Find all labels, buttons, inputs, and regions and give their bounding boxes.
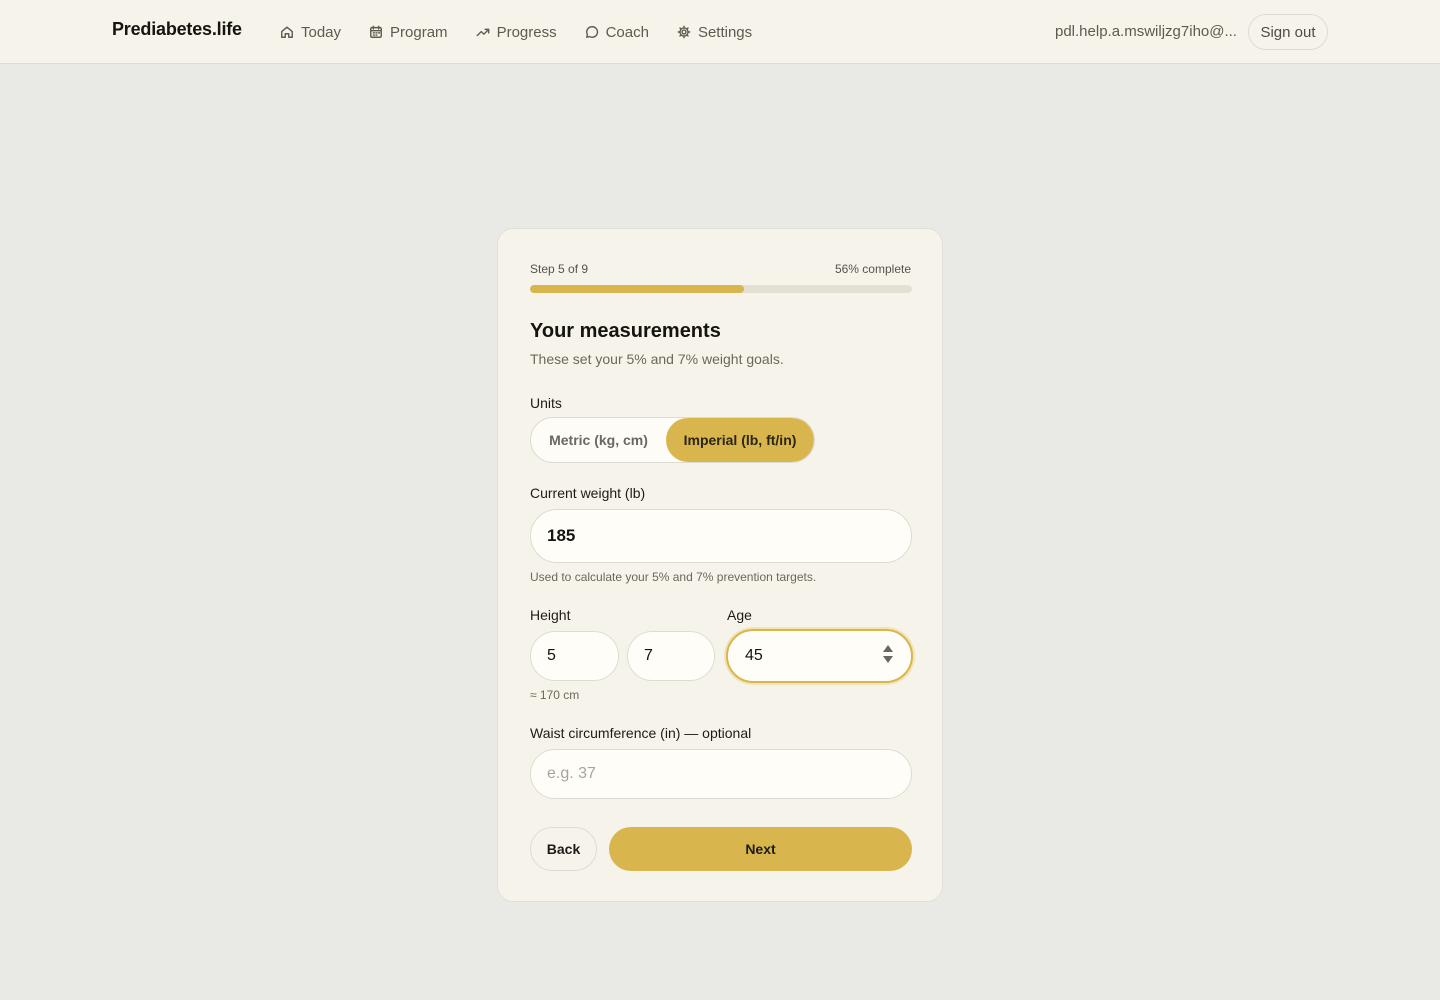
age-input[interactable]: 45	[726, 629, 913, 683]
spinner-down-icon[interactable]	[883, 656, 893, 663]
age-value: 45	[745, 647, 763, 664]
step-indicator: Step 5 of 9	[530, 262, 589, 276]
percent-complete: 56% complete	[834, 262, 911, 276]
sign-out-button[interactable]: Sign out	[1248, 14, 1328, 50]
gear-icon	[677, 25, 691, 39]
nav-item-label: Program	[390, 23, 448, 41]
unit-option-imperial[interactable]: Imperial (lb, ft/in)	[666, 418, 814, 462]
page-title: Your measurements	[530, 320, 721, 342]
waist-input[interactable]: e.g. 37	[530, 749, 912, 799]
home-icon	[281, 26, 293, 38]
weight-input[interactable]: 185	[530, 509, 912, 563]
top-navigation-bar: Prediabetes.life Today Program Progress …	[0, 0, 1440, 64]
height-label: Height	[530, 607, 571, 623]
height-cm-hint: ≈ 170 cm	[530, 688, 580, 702]
waist-label: Waist circumference (in) — optional	[530, 725, 752, 741]
progress-bar-fill	[530, 285, 744, 293]
main-nav: Today Program Progress Coach Settings	[280, 0, 780, 64]
age-label: Age	[727, 607, 752, 623]
nav-item-label: Today	[301, 23, 342, 41]
nav-item-label: Settings	[697, 23, 753, 41]
nav-item-settings[interactable]: Settings	[677, 24, 752, 41]
user-email: pdl.help.a.mswiljzg7iho@...	[1055, 23, 1237, 40]
units-toggle: Metric (kg, cm) Imperial (lb, ft/in)	[530, 417, 815, 463]
calendar-icon	[370, 25, 382, 38]
height-inches-input[interactable]: 7	[627, 631, 715, 681]
nav-item-progress[interactable]: Progress	[476, 24, 557, 41]
nav-item-today[interactable]: Today	[280, 24, 341, 41]
back-button[interactable]: Back	[530, 827, 597, 871]
progress-bar	[530, 285, 912, 293]
nav-item-program[interactable]: Program	[369, 24, 448, 41]
brand-logo[interactable]: Prediabetes.life	[112, 19, 242, 40]
spinner-up-icon[interactable]	[883, 645, 893, 652]
trending-up-icon	[476, 28, 489, 37]
unit-option-metric[interactable]: Metric (kg, cm)	[531, 418, 666, 462]
next-button[interactable]: Next	[609, 827, 912, 871]
chat-bubble-icon	[585, 26, 598, 38]
number-spinner[interactable]	[883, 645, 893, 663]
measurements-card: Step 5 of 9 56% complete Your measuremen…	[497, 228, 943, 902]
page-subtitle: These set your 5% and 7% weight goals.	[530, 351, 784, 367]
weight-hint: Used to calculate your 5% and 7% prevent…	[530, 570, 817, 584]
nav-item-coach[interactable]: Coach	[585, 24, 649, 41]
units-label: Units	[530, 395, 562, 411]
nav-item-label: Progress	[496, 23, 557, 41]
height-feet-input[interactable]: 5	[530, 631, 619, 681]
weight-label: Current weight (lb)	[530, 485, 646, 501]
nav-item-label: Coach	[605, 23, 649, 41]
